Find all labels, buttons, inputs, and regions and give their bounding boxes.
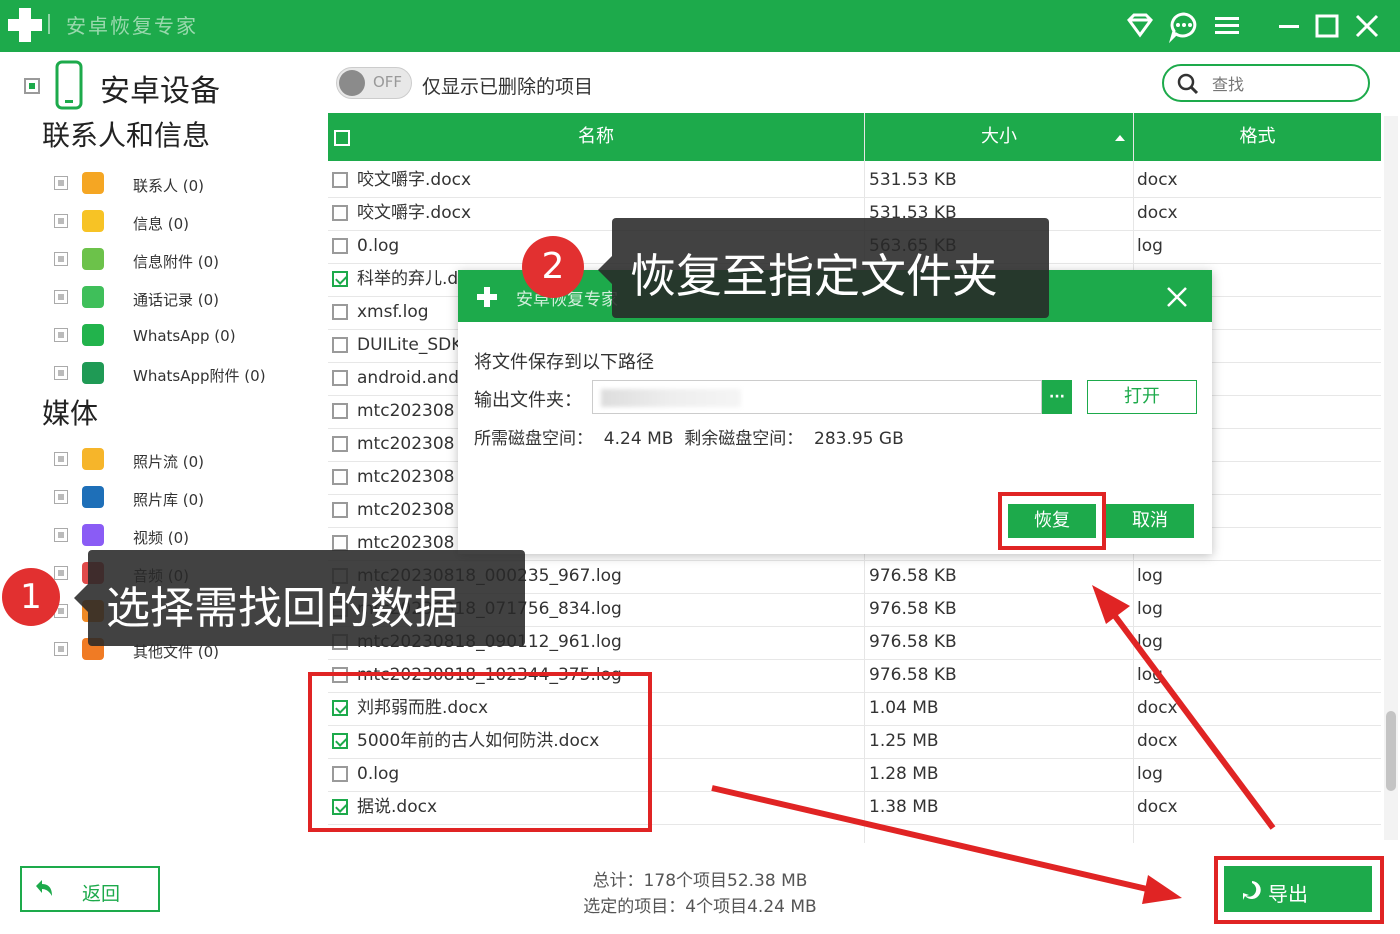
arrow-to-export (711, 785, 1182, 904)
annotation-arrows (711, 585, 1276, 904)
arrow-to-recover (1092, 585, 1276, 830)
